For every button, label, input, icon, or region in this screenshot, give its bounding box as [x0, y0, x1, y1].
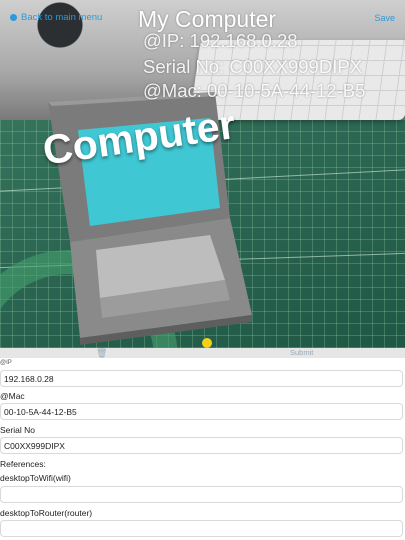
serial-label: Serial No: [0, 425, 35, 435]
submit-button[interactable]: Submit: [290, 348, 313, 358]
trash-icon[interactable]: 🗑: [96, 348, 107, 358]
ar-ip-line: @IP: 192.168.0.28: [143, 30, 298, 51]
ar-mac-line: @Mac: 00-10-5A-44-12-B5: [143, 80, 366, 101]
reference-wifi-label: desktopToWifi(wifi): [0, 473, 71, 483]
back-icon: [10, 14, 17, 21]
ip-label: @IP: [0, 360, 12, 366]
reference-router-label: desktopToRouter(router): [0, 508, 93, 518]
ar-camera-view[interactable]: Computer My Computer @IP: 192.168.0.28 S…: [0, 0, 405, 348]
back-label: Back to main menu: [21, 12, 103, 23]
action-toolbar: 🗑 Submit: [0, 348, 405, 358]
ar-title: My Computer: [138, 6, 277, 32]
mac-label: @Mac: [0, 391, 25, 401]
references-heading: References:: [0, 459, 46, 469]
ip-field[interactable]: [0, 370, 403, 387]
reference-wifi-field[interactable]: [0, 486, 403, 503]
reference-router-field[interactable]: [0, 520, 403, 537]
background-object: [0, 0, 110, 50]
ar-serial-line: Serial No: C00XX999DIPX: [143, 56, 363, 77]
back-to-main-menu-button[interactable]: Back to main menu: [10, 12, 102, 23]
mac-field[interactable]: [0, 403, 403, 420]
save-button[interactable]: Save: [374, 13, 395, 23]
serial-field[interactable]: [0, 437, 403, 454]
